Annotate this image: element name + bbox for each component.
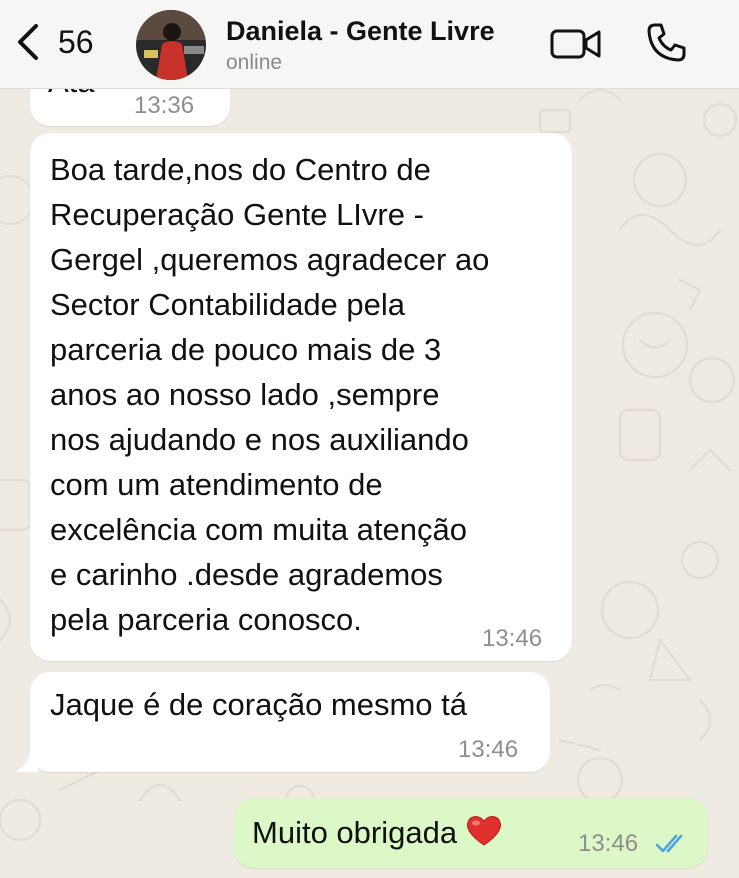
- back-chevron-icon: [18, 24, 38, 60]
- message-time: 13:46: [578, 830, 639, 857]
- message-text: Jaque é de coração mesmo tá: [50, 687, 468, 722]
- red-heart-emoji: [467, 816, 502, 846]
- message-time: 13:36: [134, 92, 195, 119]
- video-call-icon[interactable]: [550, 26, 602, 62]
- message-bubble-incoming[interactable]: Boa tarde,nos do Centro de Recuperação G…: [30, 133, 572, 661]
- message-time: 13:46: [482, 625, 543, 652]
- unread-count: 56: [58, 23, 94, 60]
- message-bubble-outgoing[interactable]: Muito obrigada 13:46: [234, 798, 708, 868]
- back-button[interactable]: 56: [14, 20, 104, 64]
- bubble-tail: [14, 752, 38, 772]
- message-bubble-incoming[interactable]: Jaque é de coração mesmo tá 13:46: [30, 672, 550, 772]
- avatar[interactable]: [136, 10, 206, 80]
- phone-call-icon[interactable]: [645, 22, 687, 64]
- double-check-icon: [655, 834, 683, 853]
- message-time: 13:46: [458, 736, 519, 763]
- contact-name[interactable]: Daniela - Gente Livre: [226, 16, 495, 47]
- chat-header: 56 Daniela - Gente Livre online: [0, 0, 739, 89]
- message-text: Muito obrigada: [252, 810, 503, 855]
- contact-status: online: [226, 51, 283, 74]
- message-text: Boa tarde,nos do Centro de Recuperação G…: [50, 152, 490, 637]
